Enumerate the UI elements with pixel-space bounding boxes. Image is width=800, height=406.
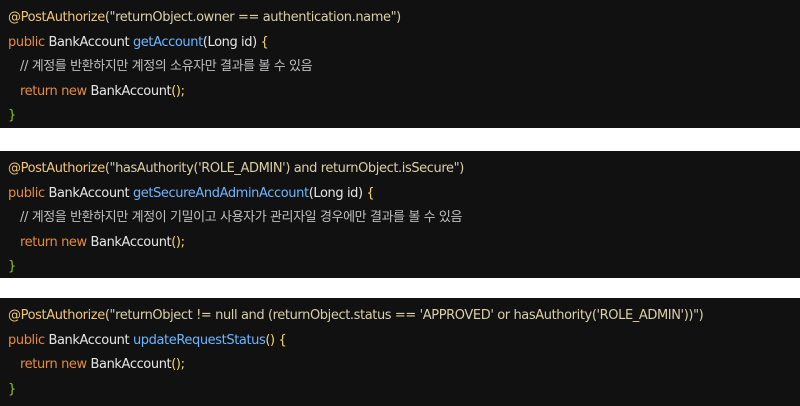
modifier-keyword: public <box>8 34 45 50</box>
constructor-type: BankAccount <box>90 234 172 250</box>
method-params: () <box>265 332 275 348</box>
open-brace: { <box>366 185 375 201</box>
code-block-get-account: @PostAuthorize("returnObject.owner == au… <box>0 0 800 128</box>
method-params: (Long id) <box>308 185 363 201</box>
constructor-type: BankAccount <box>90 357 172 372</box>
close-brace-line: } <box>8 378 800 403</box>
method-signature-line: public BankAccount getAccount(Long id) { <box>8 31 800 56</box>
constructor-call: (); <box>171 83 185 99</box>
new-keyword: new <box>61 357 87 372</box>
method-signature-line: public BankAccount updateRequestStatus()… <box>8 329 800 354</box>
return-line: return new BankAccount(); <box>8 80 800 105</box>
open-brace: { <box>260 34 269 50</box>
annotation-argument: ("hasAuthority('ROLE_ADMIN') and returnO… <box>104 161 464 176</box>
method-params: (Long id) <box>202 34 257 50</box>
new-keyword: new <box>61 234 87 250</box>
close-brace: } <box>8 381 16 397</box>
annotation: @PostAuthorize <box>8 10 105 25</box>
constructor-call: (); <box>171 357 185 372</box>
return-type: BankAccount <box>48 185 130 201</box>
code-block-update-request-status: @PostAuthorize("returnObject != null and… <box>0 298 800 406</box>
close-brace-line: } <box>8 255 800 280</box>
annotation: @PostAuthorize <box>8 308 105 323</box>
method-name: getSecureAndAdminAccount <box>132 185 309 201</box>
comment-line: // 계정을 반환하지만 계정이 기밀이고 사용자가 관리자일 경우에만 결과를… <box>8 206 800 231</box>
annotation: @PostAuthorize <box>8 161 105 176</box>
modifier-keyword: public <box>8 332 45 348</box>
annotation-argument: ("returnObject != null and (returnObject… <box>104 308 704 323</box>
open-brace: { <box>278 332 287 348</box>
return-keyword: return <box>20 357 58 372</box>
close-brace: } <box>8 108 16 123</box>
new-keyword: new <box>61 83 87 99</box>
constructor-type: BankAccount <box>90 83 172 99</box>
constructor-call: (); <box>171 234 185 250</box>
code-comment: // 계정을 반환하지만 계정이 기밀이고 사용자가 관리자일 경우에만 결과를… <box>20 210 463 225</box>
method-signature-line: public BankAccount getSecureAndAdminAcco… <box>8 182 800 207</box>
annotation-line: @PostAuthorize("returnObject.owner == au… <box>8 6 800 31</box>
annotation-line: @PostAuthorize("returnObject != null and… <box>8 304 800 329</box>
close-brace: } <box>8 259 16 274</box>
modifier-keyword: public <box>8 185 45 201</box>
annotation-argument: ("returnObject.owner == authentication.n… <box>104 10 401 25</box>
return-line: return new BankAccount(); <box>8 231 800 256</box>
code-block-get-secure-admin-account: @PostAuthorize("hasAuthority('ROLE_ADMIN… <box>0 151 800 278</box>
return-type: BankAccount <box>48 332 130 348</box>
method-name: getAccount <box>132 34 203 50</box>
return-keyword: return <box>20 234 58 250</box>
return-keyword: return <box>20 83 58 99</box>
code-comment: // 계정를 반환하지만 계정의 소유자만 결과를 볼 수 있음 <box>20 59 313 74</box>
close-brace-line: } <box>8 104 800 129</box>
return-line: return new BankAccount(); <box>8 353 800 378</box>
method-name: updateRequestStatus <box>132 332 266 348</box>
return-type: BankAccount <box>48 34 130 50</box>
annotation-line: @PostAuthorize("hasAuthority('ROLE_ADMIN… <box>8 157 800 182</box>
comment-line: // 계정를 반환하지만 계정의 소유자만 결과를 볼 수 있음 <box>8 55 800 80</box>
